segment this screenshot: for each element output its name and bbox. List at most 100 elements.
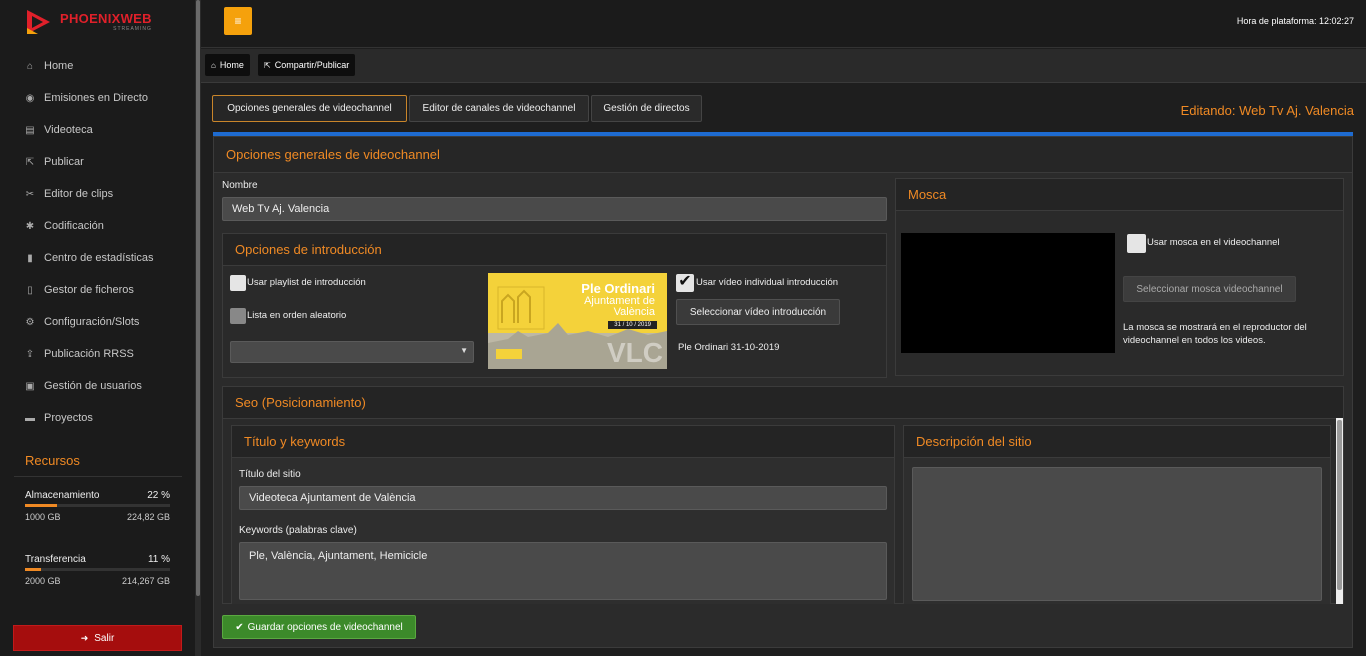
upload-icon: ⇪ xyxy=(25,348,35,360)
sidebar-item-live[interactable]: ◉ Emisiones en Directo xyxy=(0,82,195,114)
sidebar-item-publicar[interactable]: ⇱ Publicar xyxy=(0,146,195,178)
panel-title: Opciones generales de videochannel xyxy=(214,137,1352,173)
storage-percent: 22 % xyxy=(147,490,170,501)
use-mosca-label: Usar mosca en el videochannel xyxy=(1147,237,1280,248)
checkmark-icon: ✔ xyxy=(678,273,692,290)
folder-icon: ▬ xyxy=(25,412,35,424)
sidebar-item-encoding[interactable]: ✱ Codificación xyxy=(0,210,195,242)
file-icon: ▯ xyxy=(27,284,33,296)
breadcrumb-home-label: Home xyxy=(219,60,244,70)
seo-scrollbar-thumb[interactable] xyxy=(1337,420,1342,590)
home-icon: ⌂ xyxy=(211,60,216,70)
lock-icon: ▣ xyxy=(25,380,35,392)
seo-title: Seo (Posicionamiento) xyxy=(223,387,1343,419)
tab-general-options[interactable]: Opciones generales de videochannel xyxy=(212,95,407,122)
sidebar-scrollbar[interactable] xyxy=(195,0,201,656)
platform-clock: Hora de plataforma: 12:02:27 xyxy=(1236,16,1354,26)
sidebar-item-config[interactable]: ⚙ Configuración/Slots xyxy=(0,306,195,338)
tab-channel-editor[interactable]: Editor de canales de videochannel xyxy=(409,95,589,122)
phoenix-logo-icon xyxy=(24,8,52,36)
sidebar-item-users[interactable]: ▣ Gestión de usuarios xyxy=(0,370,195,402)
camera-icon: ◉ xyxy=(25,92,35,104)
use-mosca-checkbox[interactable] xyxy=(1127,234,1146,253)
sidebar-item-label: Centro de estadísticas xyxy=(44,252,154,264)
sidebar-item-clip-editor[interactable]: ✂ Editor de clips xyxy=(0,178,195,210)
title-keywords-title: Título y keywords xyxy=(232,426,894,458)
logo-subtext: STREAMING xyxy=(113,26,152,32)
save-options-button[interactable]: ✔ Guardar opciones de videochannel xyxy=(222,615,416,639)
transfer-used: 214,267 GB xyxy=(121,576,170,586)
transfer-progress-fill xyxy=(25,568,41,571)
sidebar-item-label: Editor de clips xyxy=(44,188,114,200)
save-options-label: Guardar opciones de videochannel xyxy=(247,621,403,633)
use-single-video-checkbox[interactable]: ✔ xyxy=(676,274,694,292)
sidebar-item-label: Home xyxy=(44,60,74,72)
editing-title: Editando: Web Tv Aj. Valencia xyxy=(1180,103,1354,118)
site-title-label: Título del sitio xyxy=(239,469,301,480)
storage-label: Almacenamiento xyxy=(25,490,100,501)
mosca-title: Mosca xyxy=(896,179,1343,211)
intro-video-name: Ple Ordinari 31-10-2019 xyxy=(678,342,780,353)
breadcrumb: ⌂ Home ⇱ Compartir/Publicar xyxy=(201,49,1366,83)
hamburger-icon: ≡ xyxy=(234,14,242,28)
sidebar-item-home[interactable]: ⌂ Home xyxy=(0,50,195,82)
sidebar-item-label: Configuración/Slots xyxy=(44,316,140,328)
site-description-textarea[interactable] xyxy=(912,467,1322,601)
intro-video-thumbnail: Ple Ordinari Ajuntament de València 31 /… xyxy=(488,273,667,369)
storage-resource: Almacenamiento 22 % 1000 GB 224,82 GB xyxy=(25,490,170,522)
seo-scrollbar[interactable] xyxy=(1336,418,1343,604)
tab-label: Editor de canales de videochannel xyxy=(422,103,576,114)
sidebar-scrollbar-thumb[interactable] xyxy=(196,0,200,596)
breadcrumb-current[interactable]: ⇱ Compartir/Publicar xyxy=(258,54,356,76)
thumbnail-subtitle: Ajuntament de València xyxy=(584,295,655,318)
transfer-label: Transferencia xyxy=(25,554,86,565)
thumbnail-title: Ple Ordinari xyxy=(581,281,655,296)
sidebar-item-videoteca[interactable]: ▤ Videoteca xyxy=(0,114,195,146)
sidebar-item-stats[interactable]: ▮ Centro de estadísticas xyxy=(0,242,195,274)
mosca-preview xyxy=(901,233,1115,353)
sidebar-item-label: Publicar xyxy=(44,156,84,168)
sidebar-item-rrss[interactable]: ⇪ Publicación RRSS xyxy=(0,338,195,370)
logo[interactable]: PHOENIXWEB STREAMING xyxy=(24,6,152,38)
tab-live-management[interactable]: Gestión de directos xyxy=(591,95,702,122)
logo-text: PHOENIXWEB xyxy=(60,11,152,26)
site-title-input[interactable]: Videoteca Ajuntament de València xyxy=(239,486,887,510)
mosca-note: La mosca se mostrará en el reproductor d… xyxy=(1123,322,1307,346)
logout-label: Salir xyxy=(94,632,115,644)
use-single-video-label: Usar vídeo individual introducción xyxy=(696,277,839,288)
storage-total: 1000 GB xyxy=(25,512,61,522)
resources-title: Recursos xyxy=(25,453,80,468)
tab-label: Opciones generales de videochannel xyxy=(227,103,392,114)
sidebar-item-label: Videoteca xyxy=(44,124,93,136)
topbar: ≡ Hora de plataforma: 12:02:27 xyxy=(201,0,1366,48)
playlist-select[interactable]: ▼ xyxy=(230,341,474,363)
chart-icon: ▮ xyxy=(27,252,33,264)
film-icon: ▤ xyxy=(25,124,35,136)
random-order-checkbox[interactable] xyxy=(230,308,246,324)
thumbnail-date: 31 / 10 / 2019 xyxy=(608,321,657,329)
keywords-label: Keywords (palabras clave) xyxy=(239,525,357,536)
sidebar-item-files[interactable]: ▯ Gestor de ficheros xyxy=(0,274,195,306)
use-playlist-checkbox[interactable] xyxy=(230,275,246,291)
sidebar-item-label: Proyectos xyxy=(44,412,93,424)
site-description-title: Descripción del sitio xyxy=(904,426,1330,458)
menu-toggle-button[interactable]: ≡ xyxy=(224,7,252,35)
sidebar-item-label: Gestión de usuarios xyxy=(44,380,142,392)
sidebar-nav: ⌂ Home ◉ Emisiones en Directo ▤ Videoteca ⇱… xyxy=(0,50,195,434)
gear-icon: ⚙ xyxy=(25,316,35,328)
thumbnail-mark: VLC xyxy=(607,337,663,368)
breadcrumb-home[interactable]: ⌂ Home xyxy=(205,54,250,76)
storage-progress-bar xyxy=(25,504,170,507)
chevron-down-icon: ▼ xyxy=(460,346,468,355)
select-mosca-button[interactable]: Seleccionar mosca videochannel xyxy=(1123,276,1296,302)
name-input[interactable]: Web Tv Aj. Valencia xyxy=(222,197,887,221)
logout-button[interactable]: ➜ Salir xyxy=(13,625,182,651)
check-circle-icon: ✔ xyxy=(235,621,244,633)
tab-label: Gestión de directos xyxy=(603,103,690,114)
select-intro-video-button[interactable]: Seleccionar vídeo introducción xyxy=(676,299,840,325)
sidebar-item-projects[interactable]: ▬ Proyectos xyxy=(0,402,195,434)
sidebar: PHOENIXWEB STREAMING ⌂ Home ◉ Emisiones en… xyxy=(0,0,195,656)
resources-divider xyxy=(14,476,182,477)
keywords-textarea[interactable]: Ple, València, Ajuntament, Hemicicle xyxy=(239,542,887,600)
sidebar-item-label: Emisiones en Directo xyxy=(44,92,148,104)
